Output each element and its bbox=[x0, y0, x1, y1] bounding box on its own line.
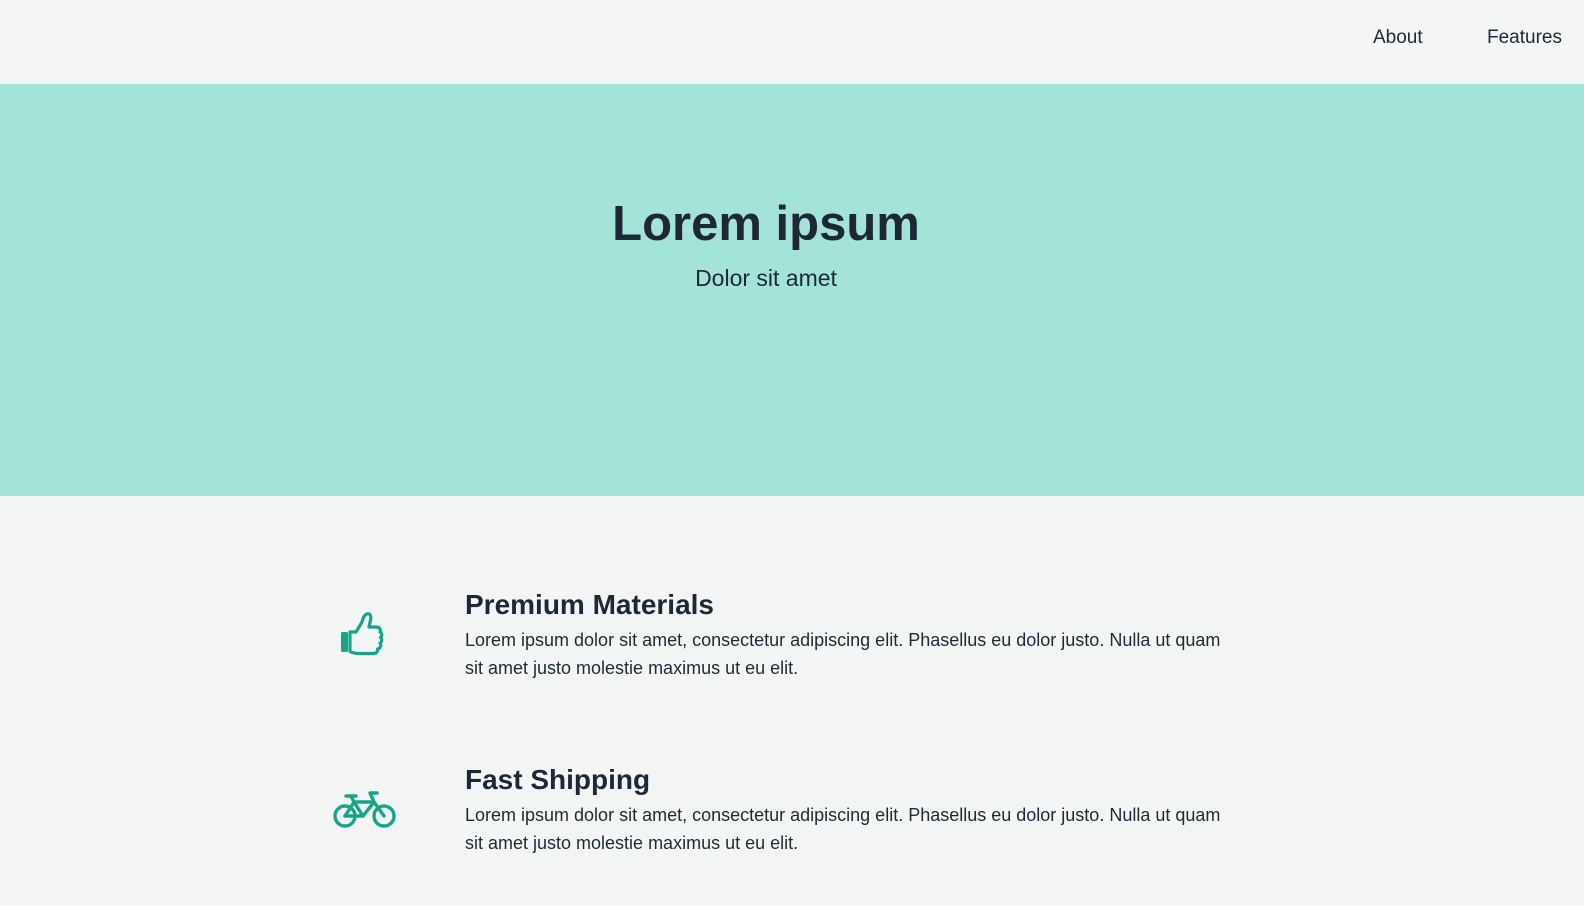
landing-page: About Features Lorem ipsum Dolor sit ame… bbox=[0, 0, 1584, 906]
feature-item-premium-materials: Premium Materials Lorem ipsum dolor sit … bbox=[0, 584, 1584, 704]
hero-title: Lorem ipsum bbox=[612, 197, 920, 251]
feature-description: Lorem ipsum dolor sit amet, consectetur … bbox=[465, 630, 1221, 678]
hero-section: Lorem ipsum Dolor sit amet bbox=[0, 84, 1584, 496]
hero-subtitle: Dolor sit amet bbox=[695, 265, 837, 291]
thumbs-up-icon bbox=[341, 612, 384, 656]
top-header: About Features bbox=[0, 0, 1584, 84]
bicycle-icon bbox=[333, 791, 396, 828]
feature-title: Premium Materials bbox=[465, 589, 714, 620]
nav-link-features[interactable]: Features bbox=[1487, 26, 1562, 50]
nav-link-about[interactable]: About bbox=[1373, 26, 1423, 50]
feature-description: Lorem ipsum dolor sit amet, consectetur … bbox=[465, 805, 1221, 853]
feature-title: Fast Shipping bbox=[465, 764, 651, 795]
feature-item-fast-shipping: Fast Shipping Lorem ipsum dolor sit amet… bbox=[0, 759, 1584, 879]
